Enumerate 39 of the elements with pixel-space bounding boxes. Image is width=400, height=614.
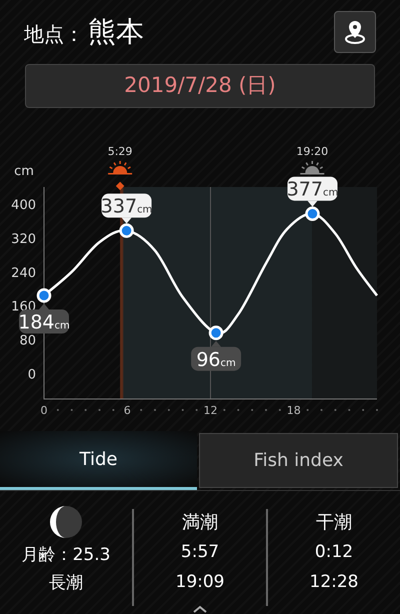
y-tick-label: 80 (19, 334, 36, 349)
y-tick-label: 0 (28, 368, 36, 383)
moon-age: 月齢：25.3 (22, 544, 110, 567)
tide-time: 0:12 (314, 541, 354, 564)
location-button[interactable] (334, 11, 376, 53)
value-label: 337cm (100, 194, 152, 224)
sun-time: 19:20 (296, 145, 328, 158)
tab[interactable]: Tide (0, 431, 197, 490)
tab[interactable]: Fish index (199, 433, 398, 488)
sunrise-marker (116, 182, 124, 190)
value-label: 96cm (191, 340, 242, 371)
data-point (36, 288, 52, 303)
data-point (208, 326, 224, 340)
y-tick-label: 320 (11, 232, 36, 247)
location-name: 熊本 (88, 18, 144, 46)
x-tick-label: 0 (40, 404, 48, 417)
data-point (119, 223, 134, 238)
x-tick-label: 6 (124, 404, 131, 417)
tide-time: 12:28 (310, 570, 358, 594)
x-tick-label: 18 (286, 404, 301, 417)
tide-type: 長潮 (49, 572, 83, 594)
sunset-icon (300, 161, 324, 174)
tide-time: 19:09 (176, 570, 224, 594)
sun-time: 5:29 (108, 145, 132, 158)
chevron-up-icon[interactable] (192, 605, 208, 613)
column-title: 満潮 (182, 511, 218, 535)
data-point (305, 206, 320, 221)
y-tick-label: 400 (11, 198, 36, 213)
moon-icon (49, 505, 83, 539)
y-tick-label: 240 (11, 266, 36, 281)
axis-unit: cm (14, 164, 34, 179)
map-pin-icon (343, 19, 367, 45)
location-label: 地点： (24, 24, 84, 44)
value-label: 377cm (286, 176, 338, 207)
column-title: 干潮 (316, 511, 352, 535)
tide-time: 5:57 (180, 541, 220, 564)
date-button[interactable]: 2019/7/28 (日) (25, 64, 375, 108)
sunrise-icon (108, 161, 132, 174)
x-tick-label: 12 (204, 404, 218, 417)
